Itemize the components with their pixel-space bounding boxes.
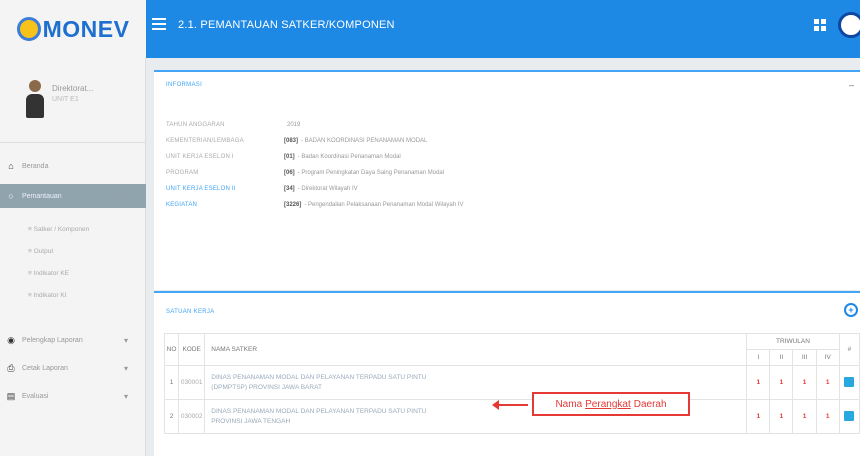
- tw-status[interactable]: 1: [815, 365, 840, 400]
- tw-status[interactable]: 1: [792, 399, 817, 434]
- edit-icon[interactable]: [844, 410, 855, 421]
- logo-text: MONEV: [42, 15, 130, 42]
- home-icon: ⌂: [8, 161, 14, 171]
- tw-status[interactable]: 1: [769, 365, 794, 400]
- chevron-down-icon: ▾: [123, 391, 128, 401]
- app-root: 2.1. PEMANTAUAN SATKER/KOMPONEN MONEV Di…: [0, 0, 860, 456]
- brand-logo: MONEV: [16, 15, 130, 43]
- info-row-eselon1: UNIT KERJA ESELON I [01] - Badan Koordina…: [166, 154, 401, 160]
- tw-status[interactable]: 1: [769, 399, 794, 434]
- satuan-kerja-card: SATUAN KERJA + NO KODE NAMA SATKER TRIWU…: [154, 291, 860, 456]
- binoculars-icon: ◉: [7, 334, 15, 345]
- sidebar-item-evaluasi[interactable]: ▤ Evaluasi ▾: [0, 384, 146, 408]
- circle-icon: ○: [8, 191, 14, 201]
- logo-emblem-icon: [16, 17, 41, 41]
- collapse-icon: –: [123, 191, 128, 201]
- info-row-tahun: TAHUN ANGGARAN 2019: [166, 122, 301, 128]
- informasi-card: INFORMASI – TAHUN ANGGARAN 2019 KEMENTER…: [154, 70, 860, 290]
- annotation-callout: Nama Perangkat Daerah: [532, 392, 690, 416]
- header-tw-2: II: [769, 349, 794, 366]
- sidebar-item-label: Beranda: [22, 162, 49, 170]
- tw-status[interactable]: 1: [815, 399, 840, 434]
- printer-icon: ⎙: [7, 362, 15, 373]
- info-row-kementerian: KEMENTERIAN/LEMBAGA [083] - BADAN KOORDIN…: [166, 138, 428, 144]
- profile-name[interactable]: Direktorat...: [52, 84, 93, 93]
- tw-status[interactable]: 1: [746, 399, 771, 434]
- apps-grid-icon[interactable]: [814, 19, 826, 31]
- collapse-icon[interactable]: –: [849, 80, 854, 90]
- tw-status[interactable]: 1: [746, 365, 771, 400]
- user-profile[interactable]: Direktorat... UNIT E1: [0, 58, 146, 143]
- sidebar-item-cetak[interactable]: ⎙ Cetak Laporan ▾: [0, 356, 146, 380]
- sidebar-item-pelengkap[interactable]: ◉ Pelengkap Laporan ▾: [0, 328, 146, 352]
- hamburger-menu-icon[interactable]: [152, 18, 166, 32]
- header-nama-satker: NAMA SATKER: [204, 333, 748, 366]
- tw-status[interactable]: 1: [792, 365, 817, 400]
- add-button[interactable]: +: [844, 303, 858, 317]
- sidebar: Direktorat... UNIT E1 ⌂ Beranda ○ Pemant…: [0, 58, 146, 456]
- sidebar-item-pemantauan[interactable]: ○ Pemantauan –: [0, 184, 146, 208]
- user-avatar-icon[interactable]: [838, 12, 860, 38]
- info-row-program: PROGRAM [06] - Program Peningkatan Daya S…: [166, 170, 445, 176]
- header-triwulan: TRIWULAN: [746, 333, 840, 350]
- informasi-title: INFORMASI: [166, 82, 203, 88]
- satuan-kerja-title: SATUAN KERJA: [166, 309, 215, 315]
- header-tw-4: IV: [815, 349, 840, 366]
- info-row-kegiatan: KEGIATAN [3226] - Pengendalian Pelaksanaa…: [166, 202, 464, 208]
- header-tw-3: III: [792, 349, 817, 366]
- chevron-down-icon: ▾: [123, 363, 128, 373]
- header-kode: KODE: [178, 333, 206, 366]
- header-no: NO: [163, 333, 180, 366]
- sidebar-item-label: Cetak Laporan: [22, 364, 68, 372]
- chevron-down-icon: ▾: [123, 335, 128, 345]
- sidebar-item-beranda[interactable]: ⌂ Beranda: [0, 154, 146, 178]
- sidebar-subitem-satker[interactable]: ≡ Satker / Komponen: [28, 226, 89, 233]
- sidebar-subitem-indikator-ki[interactable]: ≡ Indikator KI: [28, 292, 67, 299]
- annotation-arrow: [492, 400, 528, 410]
- sidebar-item-label: Pemantauan: [22, 192, 62, 200]
- header-action: #: [838, 333, 860, 366]
- table-row: 1 030001 DINAS PENANAMAN MODAL DAN PELAY…: [163, 365, 860, 400]
- page-title: 2.1. PEMANTAUAN SATKER/KOMPONEN: [178, 19, 395, 31]
- info-row-eselon2: UNIT KERJA ESELON II [34] - Direktorat Wi…: [166, 186, 358, 192]
- sidebar-subitem-indikator-ke[interactable]: ≡ Indikator KE: [28, 270, 69, 277]
- sidebar-subitem-output[interactable]: ≡ Output: [28, 248, 53, 255]
- sidebar-item-label: Pelengkap Laporan: [22, 336, 83, 344]
- satker-table: NO KODE NAMA SATKER TRIWULAN # I II III …: [163, 333, 860, 434]
- brand-logo-area[interactable]: MONEV: [0, 0, 146, 58]
- edit-icon[interactable]: [844, 376, 855, 387]
- header-tw-1: I: [746, 349, 771, 366]
- profile-avatar: [26, 80, 44, 120]
- profile-role: UNIT E1: [52, 96, 79, 103]
- sidebar-item-label: Evaluasi: [22, 392, 49, 400]
- chart-icon: ▤: [6, 390, 16, 401]
- main-content: INFORMASI – TAHUN ANGGARAN 2019 KEMENTER…: [146, 58, 860, 456]
